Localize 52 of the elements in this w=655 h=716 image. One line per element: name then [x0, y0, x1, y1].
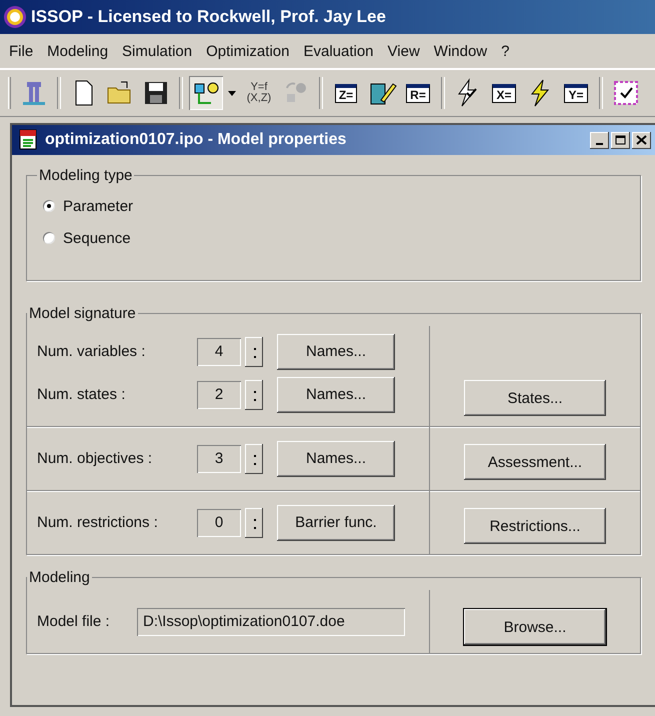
side-button[interactable]: States... [464, 380, 606, 416]
menu-item[interactable]: ? [496, 42, 518, 60]
field-label: Model file : [37, 613, 111, 630]
group-title: Modeling type [38, 167, 134, 184]
toolbar-button[interactable]: X= [487, 76, 521, 110]
toolbar-button[interactable]: R= [401, 76, 435, 110]
spin-buttons[interactable] [245, 380, 263, 410]
radio-label[interactable]: Sequence [63, 230, 131, 246]
menu-item[interactable]: Simulation [117, 42, 202, 60]
menu-item[interactable]: Modeling [42, 42, 118, 60]
number-field[interactable]: 0 [197, 508, 241, 536]
group-title: Model signature [28, 305, 137, 322]
menu-item[interactable]: File [4, 42, 42, 60]
radio-button[interactable] [43, 232, 55, 244]
side-button[interactable]: Restrictions... [464, 508, 606, 544]
spin-buttons[interactable] [245, 508, 263, 538]
close-button[interactable] [632, 132, 651, 148]
radio-button[interactable] [43, 200, 55, 212]
group-title: Modeling [28, 569, 91, 586]
menu-item[interactable]: Optimization [201, 42, 298, 60]
field-label: Num. restrictions : [37, 514, 159, 531]
minimize-button[interactable] [590, 132, 609, 148]
formula-button[interactable]: Y=f (X,Z) [241, 76, 277, 110]
field-label: Num. objectives : [37, 450, 154, 467]
maximize-icon [614, 134, 626, 146]
names-button[interactable]: Barrier func. [277, 504, 395, 540]
window-title: ISSOP - Licensed to Rockwell, Prof. Jay Lee [31, 7, 386, 27]
number-field[interactable]: 3 [197, 444, 241, 472]
side-button[interactable]: Assessment... [464, 444, 606, 480]
toolbar-button[interactable]: Z= [329, 76, 363, 110]
maximize-button[interactable] [611, 132, 630, 148]
browse-button[interactable]: Browse... [464, 609, 606, 645]
names-button[interactable]: Names... [277, 440, 395, 476]
names-button[interactable]: Names... [277, 376, 395, 412]
menu-item[interactable]: Window [428, 42, 496, 60]
minimize-icon [596, 142, 603, 144]
graph-icon[interactable] [189, 76, 223, 110]
field-label: Num. states : [37, 386, 126, 403]
spin-buttons[interactable] [245, 336, 263, 366]
menu-item[interactable]: View [382, 42, 429, 60]
spin-buttons[interactable] [245, 444, 263, 474]
number-field[interactable]: 4 [197, 338, 241, 366]
number-field[interactable]: 2 [197, 380, 241, 408]
radio-label[interactable]: Parameter [63, 198, 134, 214]
close-icon [636, 135, 647, 145]
field-label: Num. variables : [37, 343, 146, 360]
file-path-field[interactable]: D:\Issop\optimization0107.doe [137, 608, 405, 636]
app-logo-icon [3, 5, 27, 29]
menu-item[interactable]: Evaluation [298, 42, 383, 60]
dialog-title: optimization0107.ipo - Model properties [45, 131, 348, 149]
names-button[interactable]: Names... [277, 334, 395, 370]
toolbar-button[interactable]: Y= [559, 76, 593, 110]
